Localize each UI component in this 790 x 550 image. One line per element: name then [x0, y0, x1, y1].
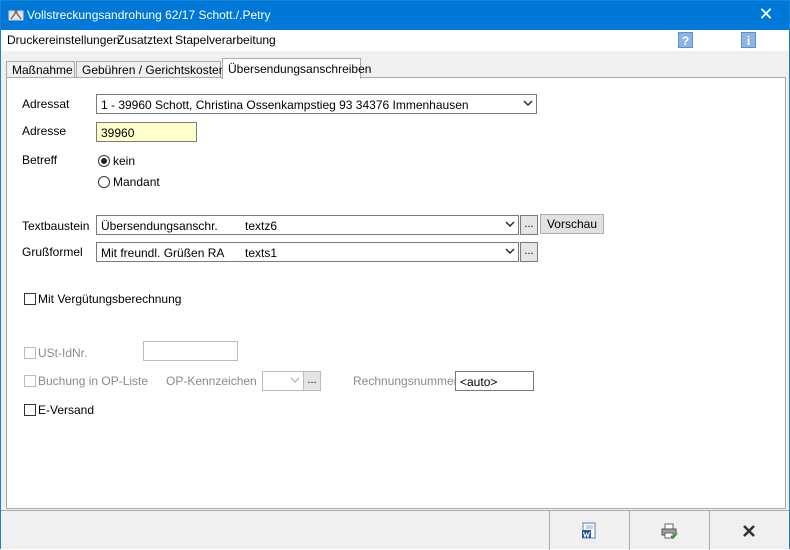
close-x-icon: [743, 525, 755, 537]
chevron-down-icon[interactable]: [286, 372, 303, 390]
adressat-value: 1 - 39960 Schott, Christina Ossenkampsti…: [101, 98, 469, 112]
ustid-label: USt-IdNr.: [38, 346, 88, 360]
rechnungsnummer-label: Rechnungsnummer: [353, 374, 458, 388]
grussformel-browse-button[interactable]: ...: [520, 242, 538, 262]
info-icon[interactable]: i: [741, 32, 756, 48]
app-scale-icon: [8, 10, 24, 21]
printer-icon: [661, 523, 678, 540]
radio-kein[interactable]: [98, 155, 110, 167]
chevron-down-icon[interactable]: [501, 243, 518, 261]
dialog-window: Vollstreckungsandrohung 62/17 Schott./.P…: [0, 0, 790, 550]
menu-druckereinstellungen[interactable]: Druckereinstellungen: [7, 33, 120, 47]
betreff-label: Betreff: [22, 153, 58, 167]
help-icon[interactable]: ?: [678, 32, 693, 48]
ustid-checkbox[interactable]: [24, 347, 36, 359]
radio-mandant-label: Mandant: [113, 175, 160, 189]
radio-mandant[interactable]: [98, 176, 110, 188]
textbaustein-select[interactable]: Übersendungsanschr. textz6: [96, 215, 519, 235]
vorschau-button[interactable]: Vorschau: [540, 214, 604, 234]
textbaustein-browse-button[interactable]: ...: [520, 215, 538, 235]
adressat-label: Adressat: [22, 97, 70, 111]
ustid-input[interactable]: [143, 341, 238, 361]
menu-stapelverarbeitung[interactable]: Stapelverarbeitung: [175, 33, 276, 47]
verguetung-checkbox[interactable]: [24, 293, 36, 305]
window-close-button[interactable]: ✕: [743, 1, 789, 30]
eversand-checkbox[interactable]: [24, 404, 36, 416]
tab-panel: Adressat 1 - 39960 Schott, Christina Oss…: [6, 77, 786, 509]
adresse-input[interactable]: 39960: [96, 122, 197, 142]
eversand-label: E-Versand: [38, 403, 95, 417]
opkennzeichen-label: OP-Kennzeichen: [166, 374, 257, 388]
buchung-checkbox[interactable]: [24, 375, 36, 387]
chevron-down-icon[interactable]: [501, 216, 518, 234]
radio-kein-label: kein: [113, 154, 136, 168]
verguetung-label: Mit Vergütungsberechnung: [38, 292, 182, 306]
print-button[interactable]: [629, 511, 709, 550]
menu-bar: Druckereinstellungen Zusatztext Stapelve…: [1, 30, 789, 51]
opkennzeichen-browse-button[interactable]: ...: [303, 371, 321, 391]
word-document-icon: [582, 522, 596, 539]
tab-uebersendungsanschreiben[interactable]: Übersendungsanschreiben: [222, 58, 371, 79]
textbaustein-code: textz6: [245, 219, 278, 233]
close-dialog-button[interactable]: [709, 511, 789, 550]
menu-zusatztext[interactable]: Zusatztext: [117, 33, 172, 47]
opkennzeichen-select[interactable]: [262, 371, 304, 391]
textbaustein-label: Textbaustein: [22, 219, 90, 233]
buchung-label: Buchung in OP-Liste: [38, 374, 149, 388]
rechnungsnummer-input[interactable]: <auto>: [455, 371, 534, 391]
grussformel-code: texts1: [245, 246, 278, 260]
window-title: Vollstreckungsandrohung 62/17 Schott./.P…: [27, 8, 271, 22]
adressat-select[interactable]: 1 - 39960 Schott, Christina Ossenkampsti…: [96, 94, 537, 114]
adresse-label: Adresse: [22, 124, 67, 138]
footer-toolbar: [1, 510, 789, 550]
textbaustein-name: Übersendungsanschr.: [101, 219, 218, 233]
grussformel-select[interactable]: Mit freundl. Grüßen RA texts1: [96, 242, 519, 262]
tab-gebuehren[interactable]: Gebühren / Gerichtskosten: [76, 61, 225, 78]
chevron-down-icon[interactable]: [519, 95, 536, 113]
title-bar: Vollstreckungsandrohung 62/17 Schott./.P…: [1, 1, 789, 30]
grussformel-label: Grußformel: [22, 245, 83, 259]
tab-massnahme[interactable]: Maßnahme: [6, 61, 75, 78]
grussformel-name: Mit freundl. Grüßen RA: [101, 246, 225, 260]
word-export-button[interactable]: [549, 511, 629, 550]
